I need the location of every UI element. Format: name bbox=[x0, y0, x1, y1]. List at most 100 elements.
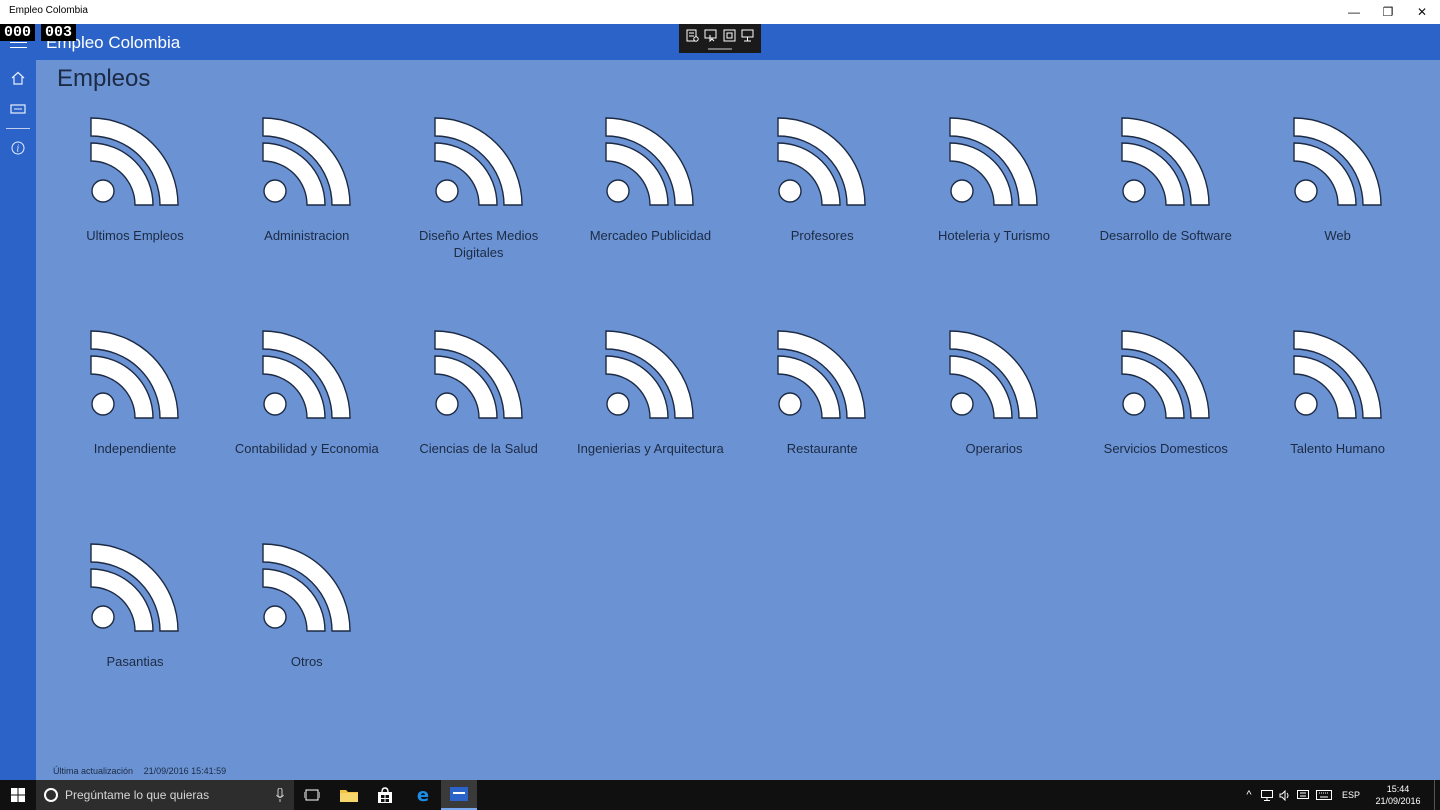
network-icon[interactable] bbox=[1258, 780, 1276, 810]
category-tile-label: Contabilidad y Economia bbox=[234, 441, 379, 456]
frame-counter-value: 000 bbox=[0, 24, 36, 41]
rss-feed-icon bbox=[1292, 330, 1382, 419]
system-clock[interactable]: 15:44 21/09/2016 bbox=[1366, 783, 1430, 807]
navigation-rail: i bbox=[0, 60, 36, 780]
category-tile-label: Operarios bbox=[965, 441, 1023, 456]
last-update-value: 21/09/2016 15:41:59 bbox=[143, 766, 227, 776]
category-tile-label: Talento Humano bbox=[1290, 441, 1385, 456]
rail-divider bbox=[6, 128, 30, 129]
action-center-icon[interactable] bbox=[1294, 780, 1312, 810]
window-title: Empleo Colombia bbox=[9, 5, 88, 16]
rss-feed-icon bbox=[433, 330, 523, 419]
system-tray: ^ ESP 15:44 21/09/2016 bbox=[1240, 780, 1440, 810]
rss-feed-icon bbox=[777, 117, 866, 206]
rss-feed-icon bbox=[949, 330, 1038, 419]
page-title: Empleos bbox=[57, 65, 151, 92]
last-update-label: Última actualización bbox=[53, 766, 134, 776]
category-tile[interactable]: Profesores bbox=[736, 110, 908, 310]
rss-feed-icon bbox=[262, 330, 351, 419]
category-tile-label: Profesores bbox=[790, 228, 854, 243]
clock-date: 21/09/2016 bbox=[1375, 796, 1421, 806]
category-tile-label: Independiente bbox=[93, 441, 177, 456]
category-tile-label: Servicios Domesticos bbox=[1103, 441, 1228, 456]
volume-icon[interactable] bbox=[1276, 780, 1294, 810]
category-tile[interactable]: Otros bbox=[221, 536, 393, 736]
category-tile[interactable]: Ingenierias y Arquitectura bbox=[564, 323, 736, 523]
category-tile[interactable]: Diseño Artes Medios Digitales bbox=[393, 110, 565, 310]
track-focus-icon[interactable] bbox=[740, 28, 756, 43]
minimize-button[interactable]: — bbox=[1337, 0, 1371, 24]
category-tile-label: Web bbox=[1324, 228, 1351, 243]
rss-feed-icon bbox=[90, 543, 179, 632]
cortana-search-box[interactable]: Pregúntame lo que quieras bbox=[36, 780, 294, 810]
window-titlebar: Empleo Colombia — ❐ ✕ bbox=[0, 0, 1440, 24]
category-tile[interactable]: Talento Humano bbox=[1252, 323, 1424, 523]
rss-feed-icon bbox=[262, 543, 351, 632]
category-tile-label: Hoteleria y Turismo bbox=[938, 228, 1050, 243]
svg-text:i: i bbox=[17, 145, 20, 155]
empleo-colombia-taskbar-icon[interactable] bbox=[441, 780, 477, 810]
category-tile[interactable]: Pasantias bbox=[49, 536, 221, 736]
rss-feed-icon bbox=[433, 117, 523, 206]
category-tile-label: Ultimos Empleos bbox=[86, 228, 184, 243]
rss-feed-icon bbox=[90, 330, 179, 419]
microphone-icon[interactable] bbox=[276, 788, 284, 802]
rss-feed-icon bbox=[262, 117, 351, 206]
rss-feed-icon bbox=[777, 330, 866, 419]
taskbar: Pregúntame lo que quieras e ^ ESP 15:44 … bbox=[0, 780, 1440, 810]
rss-feed-icon bbox=[605, 330, 695, 419]
layout-adorner-icon[interactable] bbox=[721, 28, 737, 43]
select-element-icon[interactable] bbox=[703, 28, 719, 43]
category-tile-label: Ingenierias y Arquitectura bbox=[577, 441, 724, 456]
category-tile[interactable]: Mercadeo Publicidad bbox=[564, 110, 736, 310]
category-tile[interactable]: Ultimos Empleos bbox=[49, 110, 221, 310]
touch-keyboard-icon[interactable] bbox=[1312, 780, 1336, 810]
cortana-icon bbox=[44, 788, 58, 802]
rss-feed-icon bbox=[90, 117, 179, 206]
close-button[interactable]: ✕ bbox=[1405, 0, 1439, 24]
debug-toolbar bbox=[679, 24, 761, 53]
category-tile[interactable]: Desarrollo de Software bbox=[1080, 110, 1252, 310]
category-tile-label: Administracion bbox=[264, 228, 350, 243]
category-tile[interactable]: Operarios bbox=[908, 323, 1080, 523]
category-tile-label: Pasantias bbox=[106, 654, 164, 669]
category-tile[interactable]: Administracion bbox=[221, 110, 393, 310]
category-tile[interactable]: Restaurante bbox=[736, 323, 908, 523]
chevron-up-icon[interactable]: ^ bbox=[1240, 780, 1258, 810]
home-icon[interactable] bbox=[9, 69, 27, 87]
last-update-status: Última actualización 21/09/2016 15:41:59 bbox=[53, 766, 234, 776]
windows-start-button[interactable] bbox=[0, 780, 36, 810]
category-tile[interactable]: Contabilidad y Economia bbox=[221, 323, 393, 523]
task-view-icon[interactable] bbox=[294, 780, 330, 810]
edge-browser-icon[interactable]: e bbox=[405, 780, 441, 810]
info-icon[interactable]: i bbox=[9, 139, 27, 157]
category-tile-label: Ciencias de la Salud bbox=[419, 441, 538, 456]
frame-counter-value: 003 bbox=[41, 24, 77, 41]
category-tile-label: Diseño Artes Medios Digitales bbox=[418, 228, 539, 260]
category-tile[interactable]: Ciencias de la Salud bbox=[393, 323, 565, 523]
rss-feed-icon bbox=[605, 117, 695, 206]
category-tile-label: Mercadeo Publicidad bbox=[589, 228, 712, 243]
category-tile-label: Desarrollo de Software bbox=[1099, 228, 1232, 243]
toolbar-grip[interactable] bbox=[708, 48, 732, 50]
clock-time: 15:44 bbox=[1386, 784, 1410, 794]
category-tile[interactable]: Independiente bbox=[49, 323, 221, 523]
svg-text:e: e bbox=[417, 786, 429, 804]
rss-feed-icon bbox=[949, 117, 1038, 206]
category-tile[interactable]: Hoteleria y Turismo bbox=[908, 110, 1080, 310]
category-tile-label: Restaurante bbox=[786, 441, 858, 456]
file-explorer-icon[interactable] bbox=[331, 780, 367, 810]
input-language[interactable]: ESP bbox=[1336, 780, 1366, 810]
jobs-icon[interactable] bbox=[9, 100, 27, 118]
category-tile[interactable]: Web bbox=[1252, 110, 1424, 310]
rss-feed-icon bbox=[1121, 117, 1210, 206]
rss-feed-icon bbox=[1121, 330, 1210, 419]
live-tree-icon[interactable] bbox=[684, 28, 700, 43]
rss-feed-icon bbox=[1292, 117, 1382, 206]
show-desktop-button[interactable] bbox=[1434, 780, 1440, 810]
search-placeholder: Pregúntame lo que quieras bbox=[65, 788, 210, 802]
category-tile[interactable]: Servicios Domesticos bbox=[1080, 323, 1252, 523]
frame-rate-counter: 000 003 bbox=[0, 24, 82, 41]
store-icon[interactable] bbox=[367, 780, 403, 810]
restore-button[interactable]: ❐ bbox=[1371, 0, 1405, 24]
